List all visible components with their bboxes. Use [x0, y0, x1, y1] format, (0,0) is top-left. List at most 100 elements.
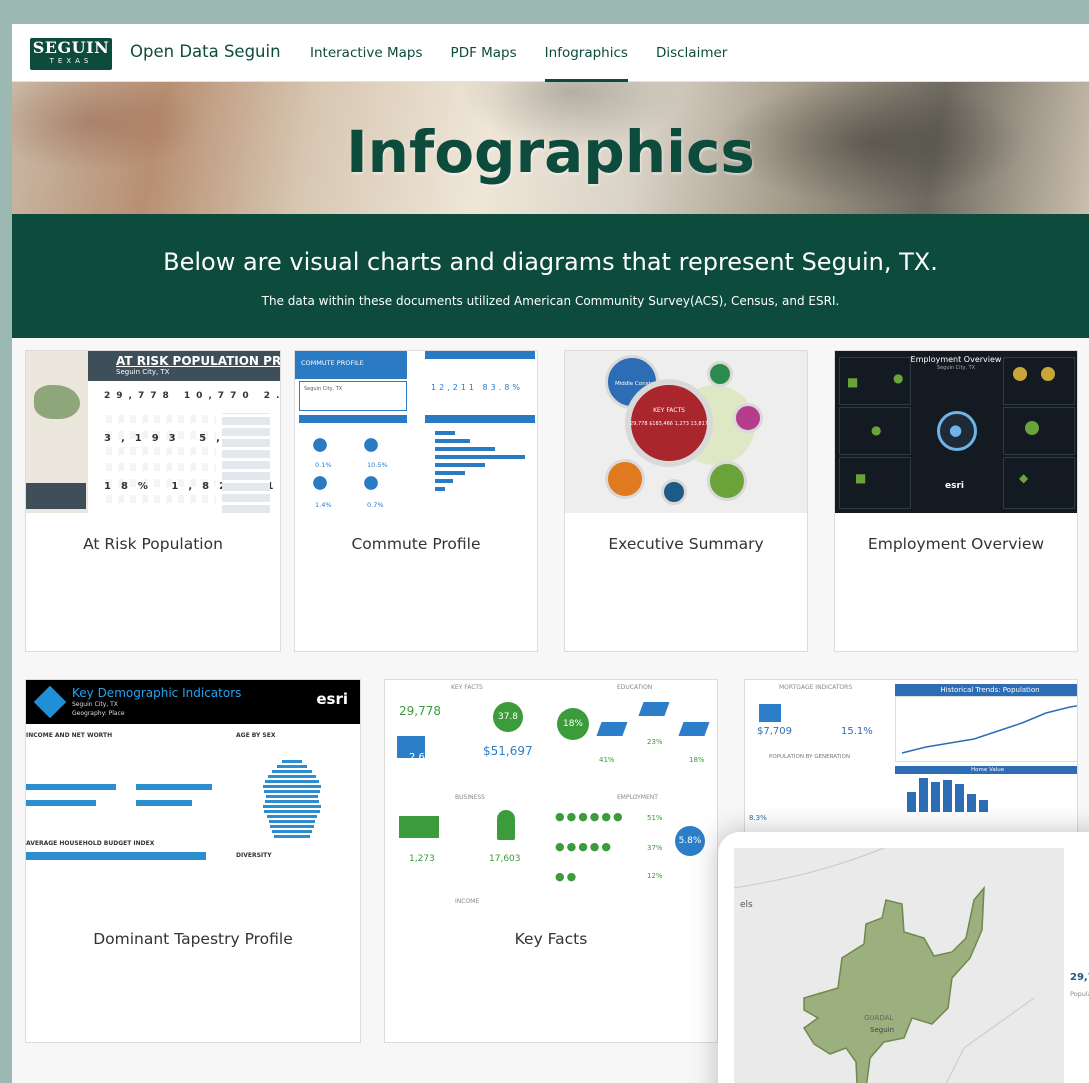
thumbnail-section-title: INCOME — [455, 898, 480, 905]
thumbnail-section-header — [425, 351, 535, 359]
thumbnail-stats: 29,778 10,770 2.63 37.8 $51,697 $1 — [104, 391, 280, 401]
thumbnail-section-title: MORTGAGE INDICATORS — [779, 684, 853, 691]
businesses-value: 1,273 — [409, 854, 435, 864]
blue-collar-value: 37% — [647, 844, 663, 852]
thumbnail-section-header — [299, 415, 407, 423]
population-stat-label: Popula — [1070, 990, 1089, 998]
mortgage-thumbnail: MORTGAGE INDICATORS Historical Trends: P… — [745, 680, 1077, 840]
card-commute-profile[interactable]: COMMUTE PROFILE Seguin City, TX 12,211 8… — [294, 350, 538, 652]
card-title: Key Facts — [514, 930, 588, 948]
piggy-bank-icon: ● — [893, 371, 904, 385]
thumbnail-top-stats: 12,211 83.8% — [431, 383, 523, 392]
household-size-value: 2.6 — [409, 752, 425, 763]
card-key-facts[interactable]: KEY FACTS EDUCATION 29,778 37.8 2.6 $51,… — [384, 679, 718, 1043]
thumbnail-section-header — [425, 415, 535, 423]
population-trend-chart — [895, 696, 1077, 762]
map-preview-popup[interactable]: els GUADAL Seguin 29,7 Popula — [718, 832, 1089, 1083]
thumbnail-panel — [839, 457, 911, 509]
tapestry-thumbnail: Key Demographic Indicators Seguin City, … — [26, 680, 360, 866]
intro-banner: Below are visual charts and diagrams tha… — [12, 214, 1089, 338]
thumbnail-title: COMMUTE PROFILE — [301, 359, 364, 367]
thumbnail-title: Key Demographic Indicators — [72, 686, 242, 700]
no-high-school-value: 18% — [557, 708, 589, 740]
trend-line — [901, 705, 1077, 754]
card-title: At Risk Population — [83, 535, 223, 553]
top-navigation-bar: SEGUIN TEXAS Open Data Seguin Interactiv… — [12, 24, 1089, 82]
hand-icons: ●●●●● — [555, 840, 613, 853]
map-road-label: els — [740, 900, 753, 910]
seguin-logo[interactable]: SEGUIN TEXAS — [30, 38, 112, 70]
indicator-badge-icon — [33, 685, 67, 719]
card-employment-overview[interactable]: Employment Overview Seguin City, TX ■ ● … — [834, 350, 1078, 652]
banner-heading: Below are visual charts and diagrams tha… — [163, 248, 938, 276]
employment-overview-thumbnail: Employment Overview Seguin City, TX ■ ● … — [835, 351, 1077, 513]
nav-pdf-maps[interactable]: PDF Maps — [451, 24, 517, 82]
thumbnail-subtitle: Seguin City, TX — [116, 368, 170, 376]
city-boundary-map — [734, 848, 1035, 1083]
thumbnail-bubble — [733, 403, 763, 433]
population-value: 29,778 — [399, 704, 441, 718]
thumbnail-dark-bar — [26, 483, 86, 509]
esri-logo: esri — [945, 481, 964, 491]
main-nav: Interactive Maps PDF Maps Infographics D… — [310, 24, 755, 82]
badge-icon — [1013, 367, 1027, 381]
hand-icons: ●● — [555, 870, 579, 883]
generation-percent: 8.3% — [749, 814, 767, 822]
thumbnail-panel — [1003, 457, 1075, 509]
nav-interactive-maps[interactable]: Interactive Maps — [310, 24, 423, 82]
travel-time-bars — [435, 431, 535, 509]
mortgage-percent: 15.1% — [841, 726, 873, 737]
age-pyramid — [262, 760, 322, 848]
thumbnail-chart-title: Historical Trends: Population — [895, 684, 1077, 696]
thumbnail-center-title: KEY FACTS — [653, 407, 685, 414]
nav-infographics[interactable]: Infographics — [544, 24, 629, 82]
thumbnail-stat: 1.4% — [315, 501, 332, 509]
nav-disclaimer[interactable]: Disclaimer — [656, 24, 727, 82]
high-school-value: 41% — [599, 756, 615, 764]
thumbnail-panel — [1003, 357, 1075, 405]
person-icon — [497, 810, 515, 840]
some-college-value: 23% — [647, 738, 663, 746]
thumbnail-stat: 10.5% — [367, 461, 388, 469]
thumbnail-side-table — [222, 413, 270, 513]
population-stat: 29,7 — [1070, 972, 1089, 983]
thumbnail-bubble — [605, 459, 645, 499]
graduation-cap-icon — [638, 702, 670, 716]
budget-bars — [26, 852, 226, 860]
services-value: 12% — [647, 872, 663, 880]
card-executive-summary[interactable]: Middle Constants KEY FACTS 29,778 $183,4… — [564, 350, 808, 652]
card-dominant-tapestry-profile[interactable]: Key Demographic Indicators Seguin City, … — [25, 679, 361, 1043]
thumbnail-chart-title: Home Value — [971, 767, 1005, 773]
card-title: Executive Summary — [608, 535, 764, 553]
thumbnail-section-title: AVERAGE HOUSEHOLD BUDGET INDEX — [26, 840, 155, 847]
commute-thumbnail: COMMUTE PROFILE Seguin City, TX 12,211 8… — [295, 351, 537, 513]
thumbnail-stat: 0.7% — [367, 501, 384, 509]
city-map[interactable]: els GUADAL Seguin — [734, 848, 1064, 1083]
transport-icons — [305, 435, 405, 505]
thumbnail-section-title: BUSINESS — [455, 794, 485, 801]
badge-icon — [1041, 367, 1055, 381]
truck-icon: ■ — [855, 471, 867, 485]
thumbnail-section-title: POPULATION BY GENERATION — [769, 754, 850, 760]
thumbnail-header: AT RISK POPULATION PROFILE Seguin City, … — [88, 351, 280, 381]
thumbnail-location: Seguin City, TX — [304, 386, 343, 392]
white-collar-value: 51% — [647, 814, 663, 822]
mortgage-value: $7,709 — [757, 726, 792, 737]
home-value-bars — [907, 776, 991, 812]
net-worth-bars — [136, 784, 216, 806]
thumbnail-geography: Geography: Place — [72, 710, 125, 717]
thumbnail-section-title: INCOME AND NET WORTH — [26, 732, 113, 739]
card-title: Commute Profile — [351, 535, 481, 553]
card-at-risk-population[interactable]: AT RISK POPULATION PROFILE Seguin City, … — [25, 350, 281, 652]
thumbnail-bubble — [707, 461, 747, 501]
graduation-cap-icon — [596, 722, 628, 736]
map-county-label: GUADAL — [864, 1014, 894, 1022]
thumbnail-section-title: EMPLOYMENT — [617, 794, 658, 801]
thumbnail-title: AT RISK POPULATION PROFILE — [116, 354, 280, 368]
site-title-link[interactable]: Open Data Seguin — [130, 42, 281, 61]
thumbnail-center-values: 29,778 $183,466 1,273 13,817 — [630, 421, 708, 427]
factory-icon — [399, 816, 439, 838]
person-icon: ● — [871, 423, 882, 437]
thumbnail-panel — [1003, 407, 1075, 455]
median-age-value: 37.8 — [493, 702, 523, 732]
